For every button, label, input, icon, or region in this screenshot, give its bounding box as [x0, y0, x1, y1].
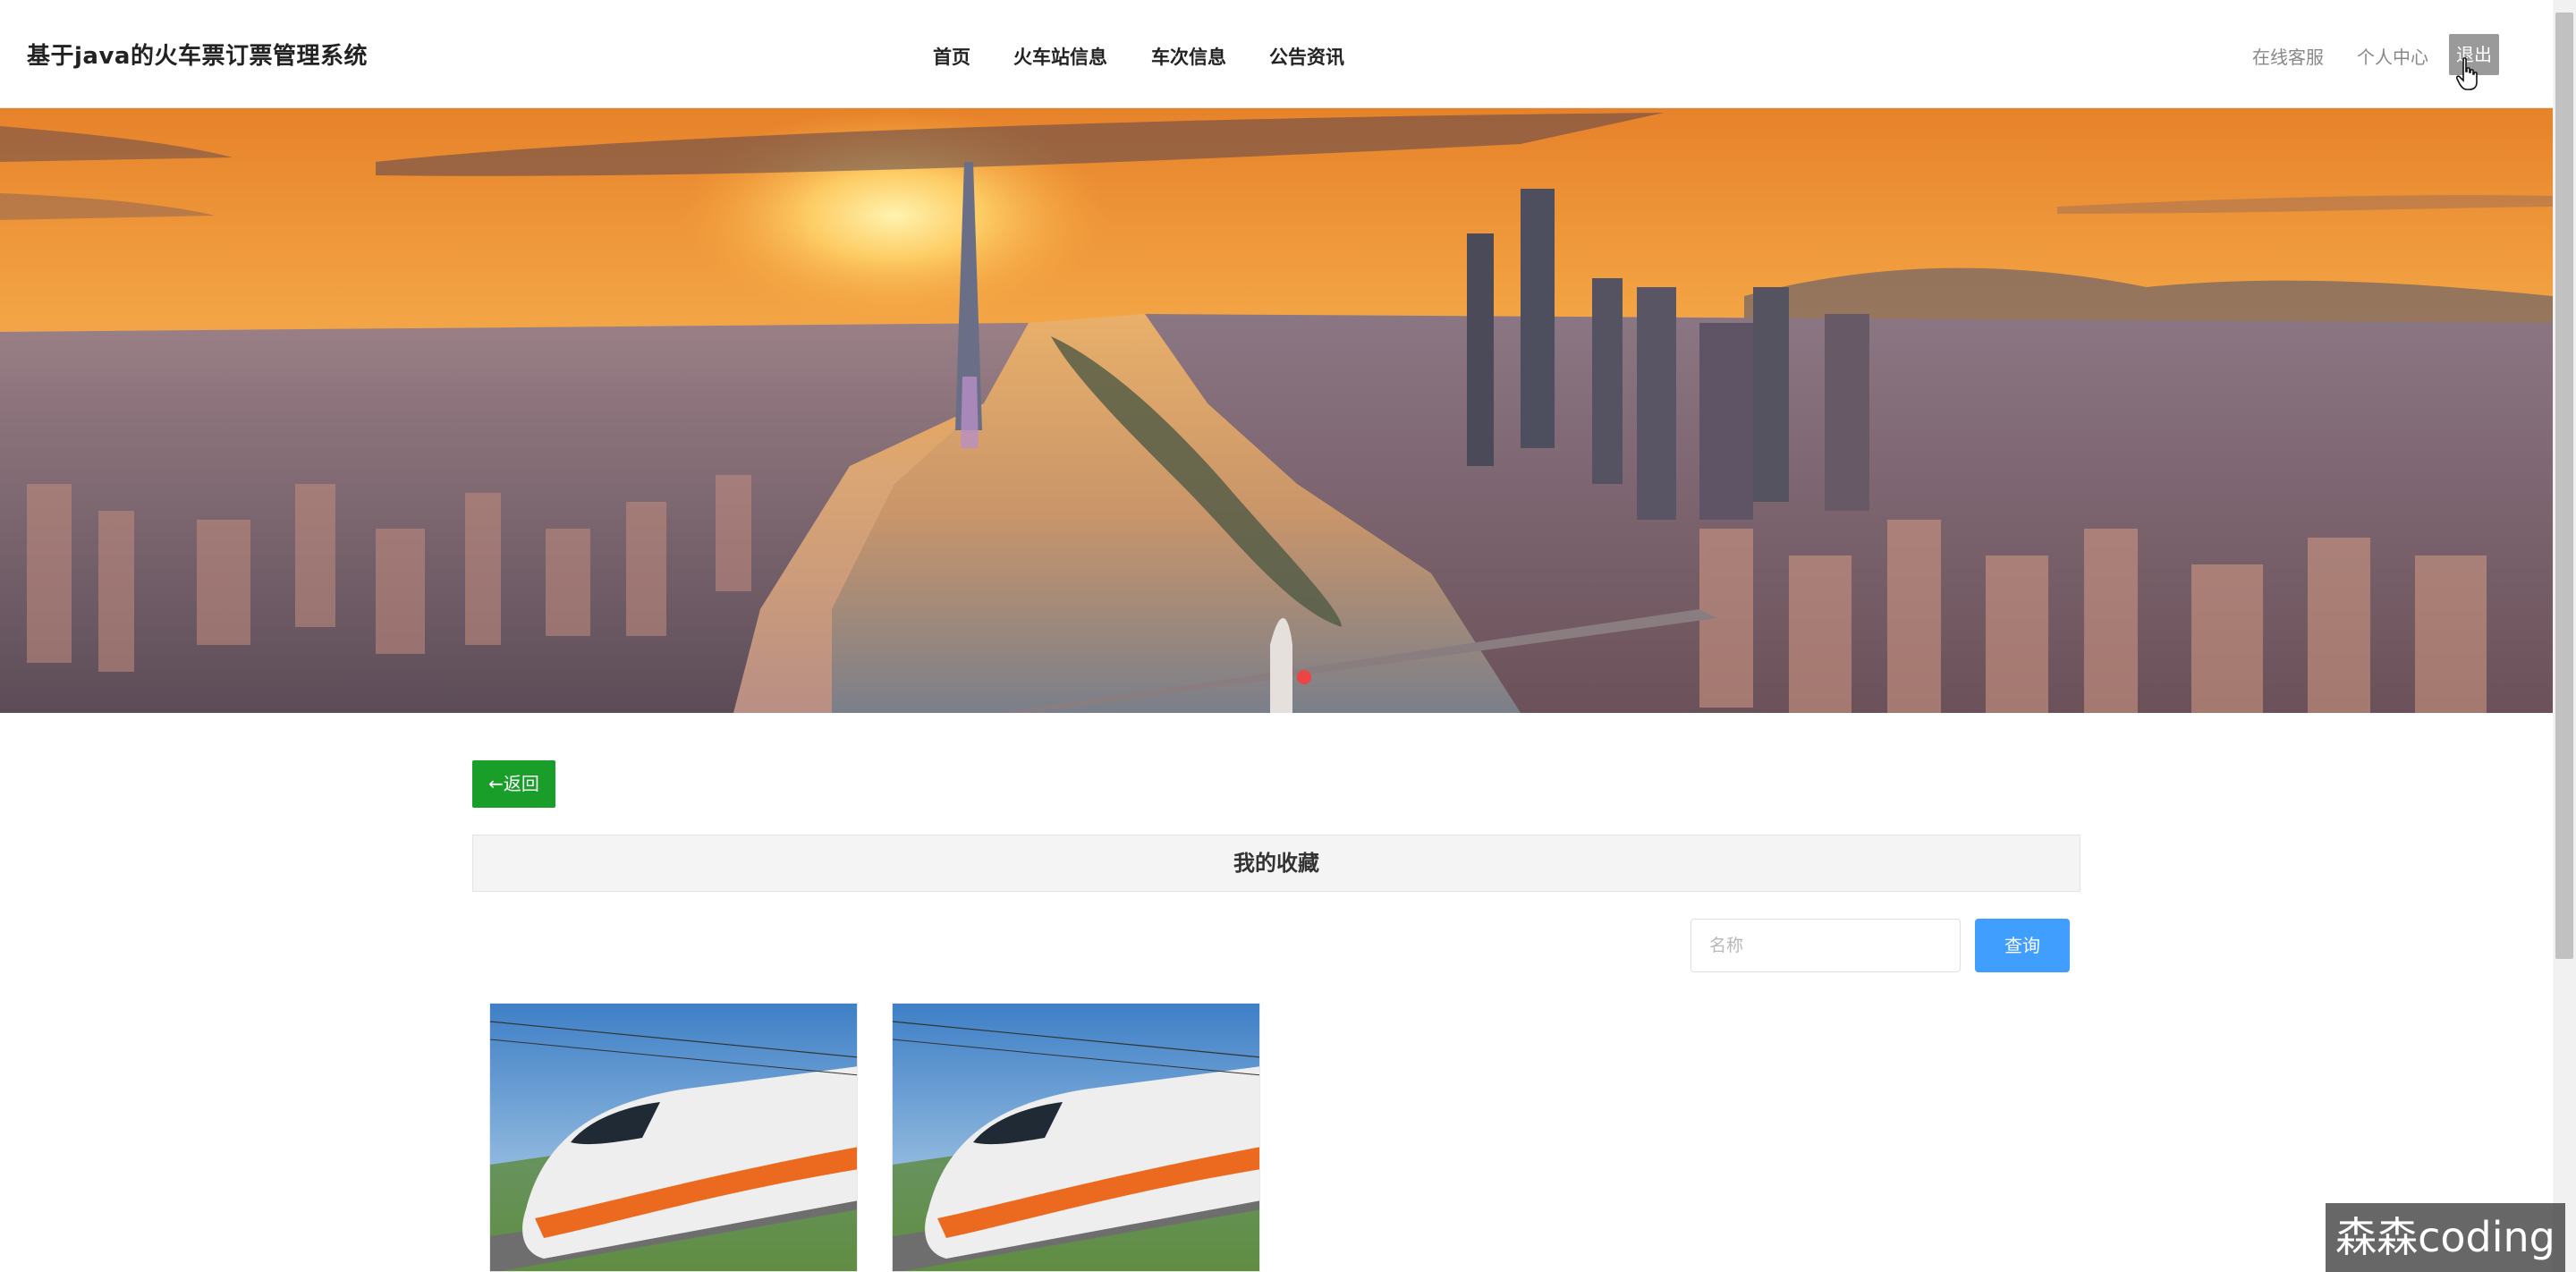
- nav-stations[interactable]: 火车站信息: [1013, 43, 1107, 70]
- nav-announcements[interactable]: 公告资讯: [1269, 43, 1344, 70]
- nav-home[interactable]: 首页: [933, 43, 970, 70]
- scrollbar-thumb[interactable]: [2555, 13, 2573, 959]
- favorite-card[interactable]: [489, 1003, 858, 1272]
- personal-center-link[interactable]: 个人中心: [2357, 43, 2428, 69]
- section-header: 我的收藏: [472, 835, 2080, 892]
- nav-trains[interactable]: 车次信息: [1151, 43, 1226, 70]
- online-service-link[interactable]: 在线客服: [2252, 43, 2324, 69]
- hand-cursor-icon: [2456, 57, 2478, 90]
- back-button[interactable]: ←返回: [472, 760, 555, 808]
- city-skyline-image: [0, 108, 2553, 713]
- channel-watermark: 森森coding: [2326, 1203, 2565, 1272]
- train-image: [490, 1004, 857, 1271]
- name-search-input[interactable]: [1690, 919, 1961, 972]
- top-header: 基于java的火车票订票管理系统 首页 火车站信息 车次信息 公告资讯 在线客服…: [0, 0, 2553, 108]
- favorite-card[interactable]: [892, 1003, 1260, 1272]
- train-image: [893, 1004, 1259, 1271]
- search-button[interactable]: 查询: [1975, 919, 2070, 972]
- hero-banner: [0, 108, 2553, 713]
- site-title: 基于java的火车票订票管理系统: [27, 43, 368, 70]
- section-title: 我的收藏: [1233, 851, 1319, 876]
